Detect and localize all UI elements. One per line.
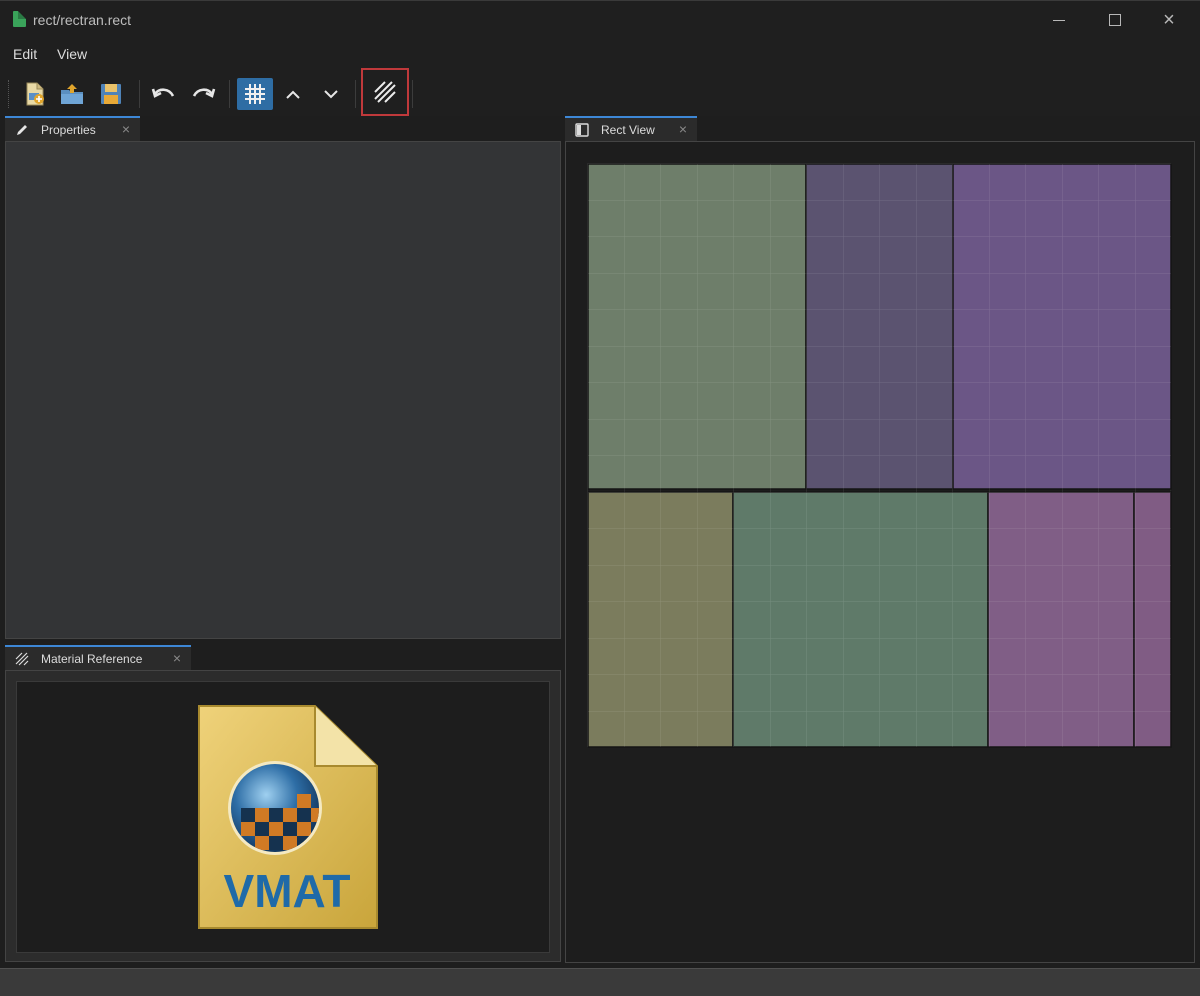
- maximize-button[interactable]: [1092, 5, 1138, 35]
- menu-edit[interactable]: Edit: [13, 46, 37, 62]
- window-title: rect/rectran.rect: [33, 12, 132, 28]
- title-bar: rect/rectran.rect ×: [0, 0, 1200, 38]
- toolbar-separator: [229, 80, 230, 108]
- panel-icon: [575, 123, 589, 137]
- toolbar-handle[interactable]: [8, 80, 11, 108]
- minimize-button[interactable]: [1036, 5, 1082, 35]
- save-button[interactable]: [93, 78, 129, 110]
- tab-material-reference[interactable]: Material Reference ×: [5, 645, 191, 671]
- redo-icon: [192, 88, 216, 98]
- minimize-icon: [1053, 19, 1065, 21]
- toolbar: [0, 68, 1200, 116]
- toolbar-separator: [355, 80, 356, 108]
- vmat-file-icon: VMAT: [198, 705, 378, 929]
- grid-toggle-button[interactable]: [237, 78, 273, 110]
- undo-icon: [151, 88, 175, 98]
- redo-button[interactable]: [185, 78, 221, 110]
- close-icon: ×: [1163, 9, 1175, 31]
- close-icon[interactable]: ×: [173, 650, 181, 666]
- material-reference-panel: VMAT: [5, 670, 561, 962]
- tab-material-reference-label: Material Reference: [41, 652, 143, 666]
- menu-bar: Edit View: [0, 38, 1200, 68]
- new-file-icon: [26, 82, 44, 106]
- undo-button[interactable]: [146, 78, 182, 110]
- rect-view-panel: [565, 141, 1195, 963]
- toolbar-separator: [412, 80, 413, 108]
- status-bar: [0, 968, 1200, 996]
- open-button[interactable]: [54, 78, 90, 110]
- rect-layout[interactable]: [587, 163, 1172, 748]
- menu-view[interactable]: View: [57, 46, 87, 62]
- move-down-button[interactable]: [313, 78, 349, 110]
- material-reference-button[interactable]: [361, 68, 409, 116]
- close-icon[interactable]: ×: [122, 121, 130, 137]
- tab-rect-view[interactable]: Rect View ×: [565, 116, 697, 142]
- material-preview: VMAT: [16, 681, 550, 953]
- tab-rect-view-label: Rect View: [601, 123, 655, 137]
- chevron-down-icon: [324, 90, 338, 99]
- close-icon[interactable]: ×: [679, 121, 687, 137]
- properties-panel: [5, 141, 561, 639]
- vmat-label: VMAT: [224, 865, 351, 917]
- hatch-icon: [15, 652, 29, 666]
- rect-file-icon: [13, 11, 26, 27]
- rect-grid-overlay: [588, 164, 1171, 747]
- open-folder-icon: [61, 84, 83, 104]
- maximize-icon: [1109, 14, 1121, 26]
- hatch-icon: [374, 81, 396, 103]
- close-button[interactable]: ×: [1146, 5, 1192, 35]
- grid-icon: [245, 84, 265, 104]
- new-file-button[interactable]: [17, 78, 53, 110]
- save-icon: [101, 84, 121, 104]
- move-up-button[interactable]: [275, 78, 311, 110]
- tab-properties-label: Properties: [41, 123, 96, 137]
- toolbar-separator: [139, 80, 140, 108]
- rect-canvas[interactable]: [587, 163, 1172, 748]
- chevron-up-icon: [286, 90, 300, 99]
- pencil-icon: [15, 123, 29, 137]
- tab-properties[interactable]: Properties ×: [5, 116, 140, 142]
